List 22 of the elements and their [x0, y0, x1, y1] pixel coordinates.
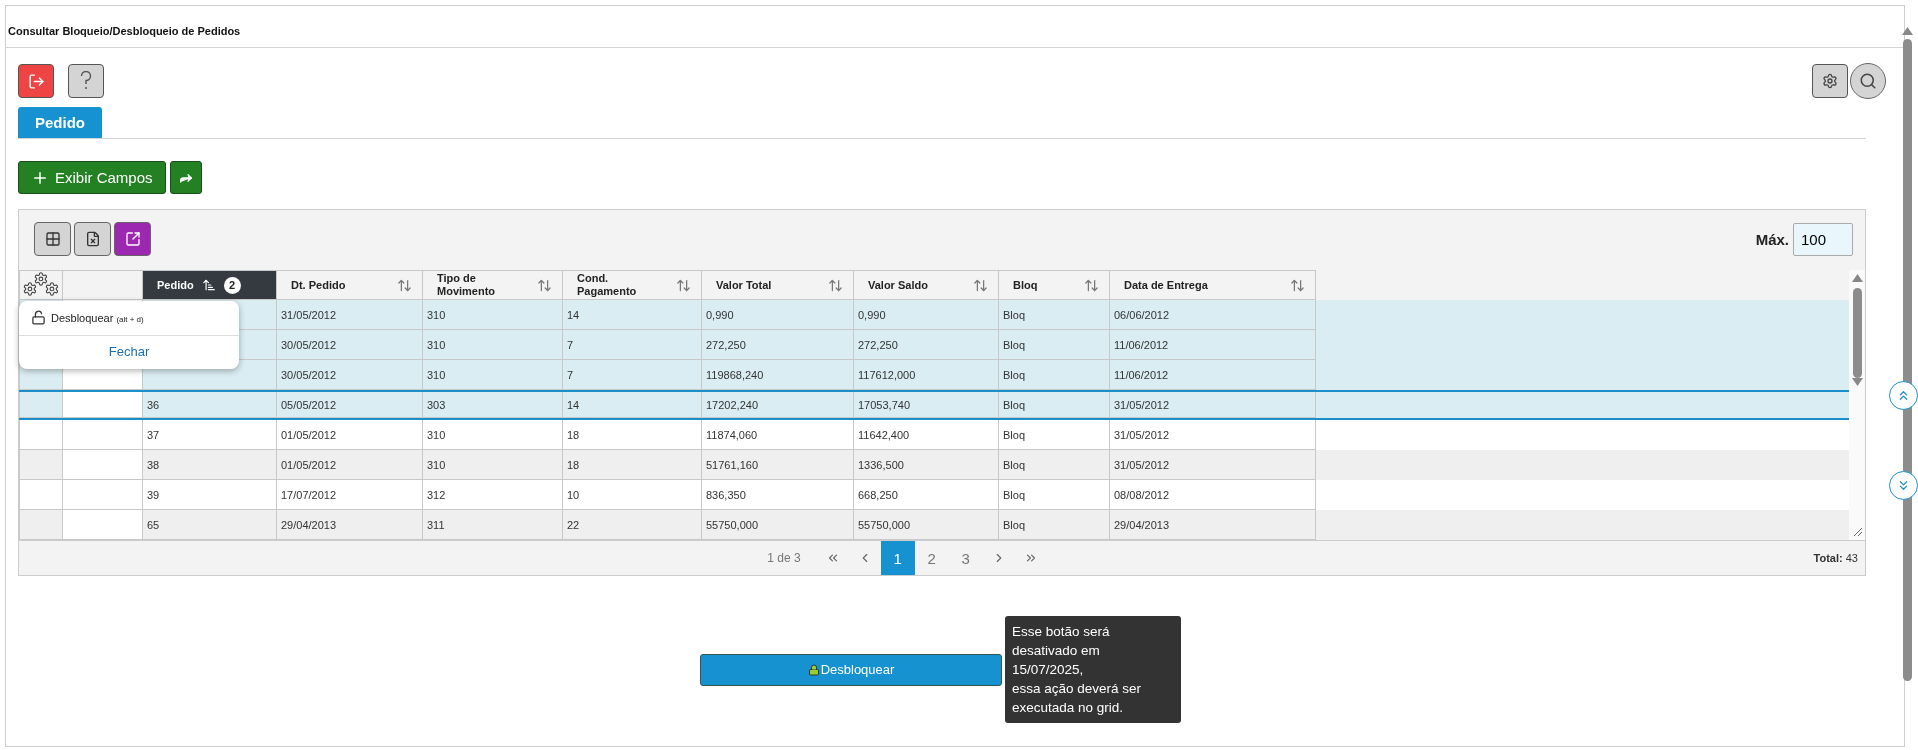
- table-cell: Bloq: [999, 392, 1110, 418]
- tooltip: Esse botão será desativado em 15/07/2025, essa ação deverá ser executada no grid.: [1005, 616, 1181, 723]
- table-cell: 17053,740: [854, 392, 999, 418]
- table-cell: 55750,000: [702, 510, 854, 540]
- table-cell: 36: [143, 392, 277, 418]
- table-cell: 29/04/2013: [277, 510, 423, 540]
- table-cell: 29/04/2013: [1110, 510, 1316, 540]
- table-cell: 55750,000: [854, 510, 999, 540]
- max-label: Máx.: [1755, 230, 1789, 248]
- table-cell: Bloq: [999, 510, 1110, 540]
- sort-order-badge: 2: [223, 276, 241, 294]
- table-cell: 22: [563, 510, 702, 540]
- table-cell: 17202,240: [702, 392, 854, 418]
- table-cell: 05/05/2012: [277, 392, 423, 418]
- table-cell: 311: [423, 510, 563, 540]
- table-cell: 31/05/2012: [1110, 392, 1316, 418]
- page-title: Consultar Bloqueio/Desbloqueio de Pedidos: [8, 24, 241, 37]
- table-cell: 14: [563, 392, 702, 418]
- table-cell: 65: [143, 510, 277, 540]
- table-cell: 303: [423, 392, 563, 418]
- total-count: Total: 43: [1813, 552, 1858, 564]
- page-summary: 1 de 3: [767, 551, 801, 565]
